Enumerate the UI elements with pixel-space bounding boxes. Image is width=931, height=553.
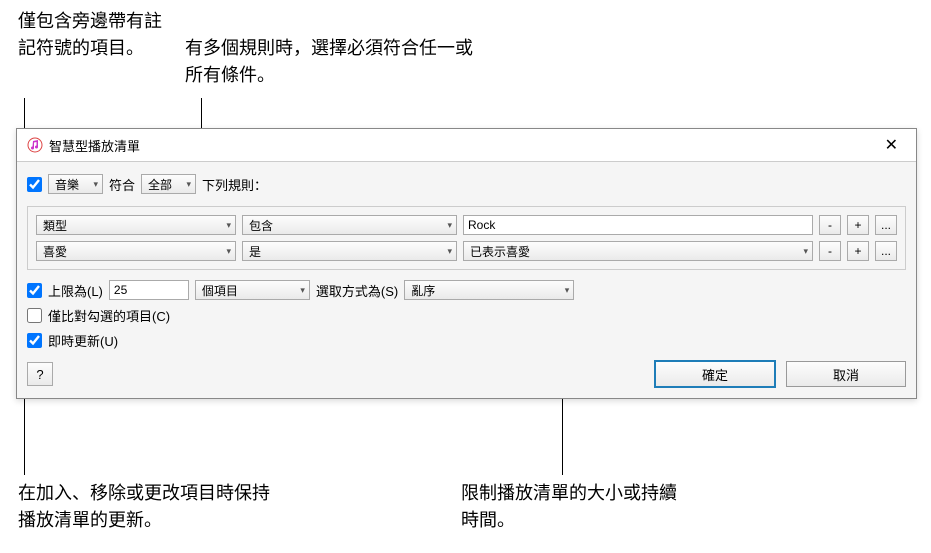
- limit-unit-select[interactable]: 個項目 ▾: [195, 280, 310, 300]
- rule-field-select[interactable]: 類型 ▾: [36, 215, 236, 235]
- media-type-select[interactable]: 音樂 ▾: [48, 174, 103, 194]
- media-type-value: 音樂: [55, 176, 79, 193]
- select-by-select[interactable]: 亂序 ▾: [404, 280, 574, 300]
- limit-checkbox[interactable]: [27, 283, 42, 298]
- rule-row: 類型 ▾ 包含 ▾ - + ...: [36, 215, 897, 235]
- live-update-label: 即時更新(U): [48, 331, 118, 350]
- match-checked-checkbox[interactable]: [27, 308, 42, 323]
- close-button[interactable]: ✕: [877, 135, 906, 155]
- rule-value-text: 已表示喜愛: [470, 243, 530, 260]
- more-rule-button[interactable]: ...: [875, 215, 897, 235]
- rule-field-select[interactable]: 喜愛 ▾: [36, 241, 236, 261]
- cancel-button[interactable]: 取消: [786, 361, 906, 387]
- dialog-body: 音樂 ▾ 符合 全部 ▾ 下列規則： 類型 ▾ 包含 ▾ -: [17, 162, 916, 398]
- limit-unit-value: 個項目: [202, 282, 238, 299]
- callout-top-right: 有多個規則時，選擇必須符合任一或所有條件。: [185, 35, 485, 89]
- match-scope-select[interactable]: 全部 ▾: [141, 174, 196, 194]
- titlebar: 智慧型播放清單 ✕: [17, 129, 916, 162]
- dialog-footer: ? 確定 取消: [27, 360, 906, 388]
- rule-operator-select[interactable]: 包含 ▾: [242, 215, 457, 235]
- rules-suffix-label: 下列規則：: [202, 175, 267, 194]
- select-by-label: 選取方式為(S): [316, 281, 398, 300]
- callout-bottom-right: 限制播放清單的大小或持續時間。: [461, 480, 681, 534]
- match-label: 符合: [109, 175, 135, 194]
- add-rule-button[interactable]: +: [847, 241, 869, 261]
- match-rules-row: 音樂 ▾ 符合 全部 ▾ 下列規則：: [27, 174, 906, 194]
- rule-value-select[interactable]: 已表示喜愛 ▾: [463, 241, 813, 261]
- add-rule-button[interactable]: +: [847, 215, 869, 235]
- chevron-down-icon: ▾: [447, 246, 452, 257]
- match-checked-label: 僅比對勾選的項目(C): [48, 306, 170, 325]
- dialog-title: 智慧型播放清單: [49, 136, 877, 155]
- chevron-down-icon: ▾: [447, 220, 452, 231]
- chevron-down-icon: ▾: [93, 179, 98, 190]
- limit-row: 上限為(L) 個項目 ▾ 選取方式為(S) 亂序 ▾: [27, 280, 906, 300]
- chevron-down-icon: ▾: [300, 285, 305, 296]
- remove-rule-button[interactable]: -: [819, 241, 841, 261]
- rules-container: 類型 ▾ 包含 ▾ - + ... 喜愛 ▾ 是 ▾: [27, 206, 906, 270]
- limit-value-input[interactable]: [109, 280, 189, 300]
- match-scope-value: 全部: [148, 176, 172, 193]
- live-update-row: 即時更新(U): [27, 331, 906, 350]
- ok-button[interactable]: 確定: [654, 360, 776, 388]
- limit-label: 上限為(L): [48, 281, 103, 300]
- rule-operator-value: 包含: [249, 217, 273, 234]
- rule-field-value: 喜愛: [43, 243, 67, 260]
- rule-value-input[interactable]: [463, 215, 813, 235]
- itunes-icon: [27, 137, 43, 153]
- enable-rules-checkbox[interactable]: [27, 177, 42, 192]
- callout-bottom-left: 在加入、移除或更改項目時保持播放清單的更新。: [18, 480, 278, 534]
- chevron-down-icon: ▾: [565, 285, 570, 296]
- chevron-down-icon: ▾: [226, 246, 231, 257]
- select-by-value: 亂序: [411, 282, 435, 299]
- rule-operator-select[interactable]: 是 ▾: [242, 241, 457, 261]
- chevron-down-icon: ▾: [803, 246, 808, 257]
- help-button[interactable]: ?: [27, 362, 53, 386]
- match-checked-row: 僅比對勾選的項目(C): [27, 306, 906, 325]
- rule-field-value: 類型: [43, 217, 67, 234]
- more-rule-button[interactable]: ...: [875, 241, 897, 261]
- remove-rule-button[interactable]: -: [819, 215, 841, 235]
- chevron-down-icon: ▾: [186, 179, 191, 190]
- smart-playlist-dialog: 智慧型播放清單 ✕ 音樂 ▾ 符合 全部 ▾ 下列規則： 類型 ▾: [16, 128, 917, 399]
- chevron-down-icon: ▾: [226, 220, 231, 231]
- live-update-checkbox[interactable]: [27, 333, 42, 348]
- callout-top-left: 僅包含旁邊帶有註記符號的項目。: [18, 8, 178, 62]
- rule-row: 喜愛 ▾ 是 ▾ 已表示喜愛 ▾ - + ...: [36, 241, 897, 261]
- rule-operator-value: 是: [249, 243, 261, 260]
